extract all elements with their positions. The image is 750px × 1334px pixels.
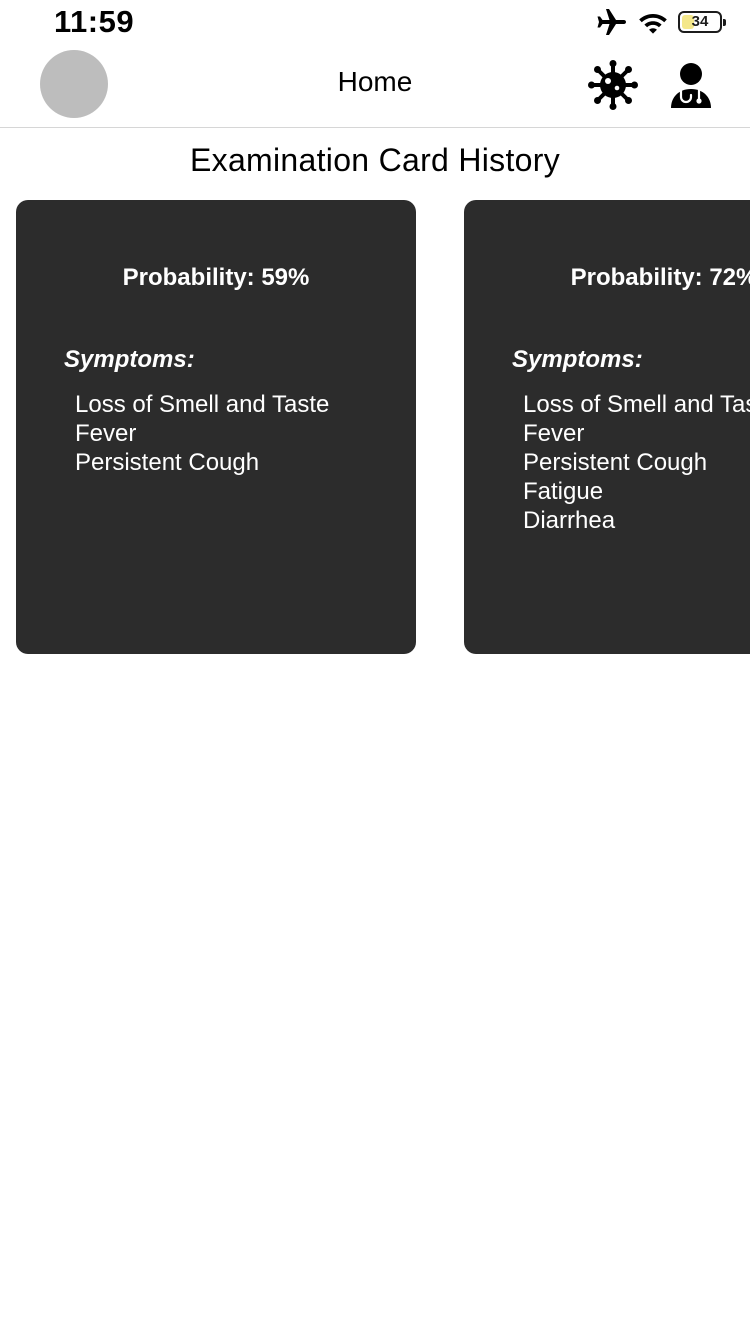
- examination-card[interactable]: Probability: 59% Symptoms: Loss of Smell…: [16, 200, 416, 654]
- card-symptoms-label: Symptoms:: [64, 346, 195, 373]
- symptom-item: Diarrhea: [523, 507, 616, 534]
- status-icons: 34: [596, 8, 726, 36]
- virus-icon[interactable]: [588, 60, 638, 110]
- symptom-item: Fatigue: [523, 478, 604, 505]
- symptom-item: Persistent Cough: [523, 449, 708, 476]
- card-probability: Probability: 72%: [570, 264, 750, 291]
- symptom-item: Loss of Smell and Taste: [523, 391, 750, 418]
- symptom-item: Fever: [75, 420, 137, 447]
- nav-bar: Home: [0, 44, 750, 128]
- wifi-icon: [639, 14, 667, 34]
- card-probability: Probability: 59%: [122, 264, 310, 291]
- status-bar: 11:59 34: [0, 0, 750, 44]
- battery-tip: [723, 19, 726, 26]
- symptom-item: Loss of Smell and Taste: [75, 391, 330, 418]
- battery-icon: 34: [678, 11, 726, 33]
- card-carousel[interactable]: Probability: 59% Symptoms: Loss of Smell…: [0, 200, 750, 660]
- card-symptoms-label: Symptoms:: [512, 346, 643, 373]
- battery-level: 34: [691, 13, 709, 30]
- symptom-item: Fever: [523, 420, 585, 447]
- symptoms-list: Loss of Smell and Taste Fever Persistent…: [523, 390, 750, 535]
- symptom-item: Persistent Cough: [75, 449, 260, 476]
- doctor-icon[interactable]: [666, 60, 716, 110]
- section-title: Examination Card History: [190, 142, 560, 178]
- home-screen: 11:59 34 Home Examination Card History P…: [0, 0, 750, 1334]
- status-time: 11:59: [54, 4, 135, 39]
- symptoms-list: Loss of Smell and Taste Fever Persistent…: [75, 390, 329, 477]
- airplane-icon: [597, 9, 626, 35]
- examination-card[interactable]: Probability: 72% Symptoms: Loss of Smell…: [464, 200, 750, 654]
